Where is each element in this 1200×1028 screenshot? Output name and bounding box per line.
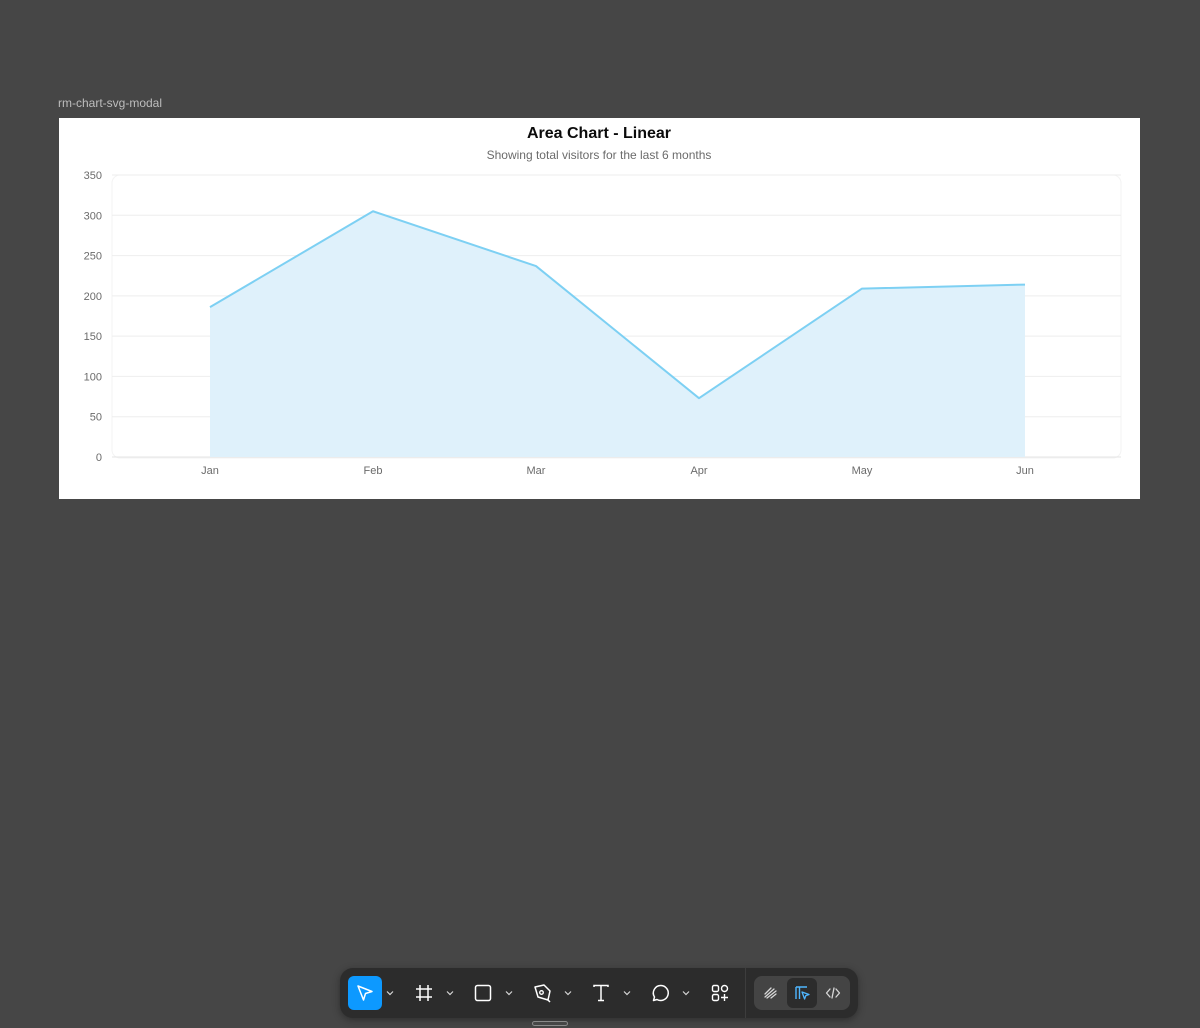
dev-mode-button[interactable]	[818, 978, 848, 1008]
rectangle-tool-button[interactable]	[466, 976, 500, 1010]
chart-title: Area Chart - Linear	[527, 125, 671, 142]
x-tick-label: Apr	[690, 465, 707, 477]
frame-label[interactable]: rm-chart-svg-modal	[58, 96, 162, 110]
draw-squiggle-icon	[764, 987, 777, 999]
y-tick-label: 100	[84, 371, 102, 383]
chevron-down-icon	[564, 991, 572, 996]
y-tick-label: 250	[84, 251, 102, 263]
comment-tool-button[interactable]	[644, 976, 678, 1010]
frame-tool-chevron[interactable]	[444, 986, 456, 1000]
chart-frame[interactable]: Area Chart - Linear Showing total visito…	[59, 118, 1140, 499]
area-chart: Area Chart - Linear Showing total visito…	[84, 125, 1122, 477]
x-tick-label: May	[852, 465, 873, 477]
x-axis: Jan Feb Mar Apr May Jun	[112, 456, 1121, 477]
move-tool-chevron[interactable]	[384, 986, 396, 1000]
bottom-toolbar	[340, 968, 858, 1018]
y-tick-label: 200	[84, 291, 102, 303]
text-tool-chevron[interactable]	[621, 986, 633, 1000]
rectangle-tool-chevron[interactable]	[503, 986, 515, 1000]
design-canvas[interactable]: rm-chart-svg-modal Area Chart - Linear S…	[0, 0, 1200, 1028]
draw-mode-button[interactable]	[756, 978, 786, 1008]
chevron-down-icon	[623, 991, 631, 996]
series-area-fill	[210, 211, 1025, 457]
shapes-plus-icon	[711, 984, 729, 1002]
x-tick-label: Feb	[364, 465, 383, 477]
square-icon	[474, 984, 492, 1002]
mode-switcher	[754, 976, 850, 1010]
y-axis: 0 50 100 150 200 250 300 350	[84, 170, 102, 464]
y-tick-label: 50	[90, 412, 102, 424]
y-tick-label: 300	[84, 210, 102, 222]
text-t-icon	[593, 984, 609, 1002]
toolbar-divider	[745, 968, 746, 1018]
pen-tool-chevron[interactable]	[562, 986, 574, 1000]
text-tool-button[interactable]	[584, 976, 618, 1010]
frame-hash-icon	[416, 985, 432, 1001]
actions-tool-button[interactable]	[703, 976, 737, 1010]
speech-bubble-icon	[652, 984, 669, 1002]
y-tick-label: 350	[84, 170, 102, 182]
chevron-down-icon	[386, 991, 394, 996]
chevron-down-icon	[682, 991, 690, 996]
x-tick-label: Jan	[201, 465, 219, 477]
chevron-down-icon	[446, 991, 454, 996]
y-tick-label: 0	[96, 452, 102, 464]
pen-nib-icon	[534, 984, 551, 1003]
x-tick-label: Mar	[527, 465, 546, 477]
move-tool-button[interactable]	[348, 976, 382, 1010]
y-tick-label: 150	[84, 331, 102, 343]
chart-subtitle: Showing total visitors for the last 6 mo…	[487, 148, 712, 162]
design-layout-icon	[795, 986, 810, 1000]
pen-tool-button[interactable]	[525, 976, 559, 1010]
code-brackets-icon	[825, 987, 841, 999]
design-mode-button[interactable]	[787, 978, 817, 1008]
frame-tool-button[interactable]	[407, 976, 441, 1010]
chevron-down-icon	[505, 991, 513, 996]
x-tick-label: Jun	[1016, 465, 1034, 477]
comment-tool-chevron[interactable]	[680, 986, 692, 1000]
series-visitors	[209, 210, 1026, 457]
cursor-arrow-icon	[357, 985, 373, 1001]
home-indicator	[532, 1021, 568, 1026]
